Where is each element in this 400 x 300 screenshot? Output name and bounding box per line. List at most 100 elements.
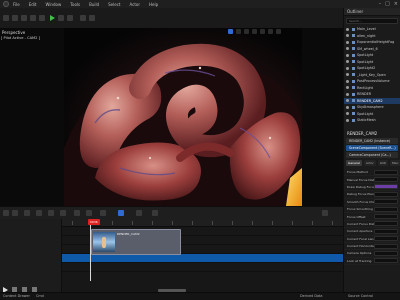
- time-ruler[interactable]: [62, 219, 343, 227]
- property-value-field[interactable]: [374, 184, 398, 190]
- content-icon[interactable]: [21, 15, 27, 21]
- component-item[interactable]: CameraComponent (Ca...): [346, 152, 398, 158]
- visibility-eye-icon[interactable]: [346, 86, 349, 90]
- cmd-input[interactable]: Cmd: [36, 294, 44, 298]
- details-tab[interactable]: Actor: [363, 160, 376, 166]
- app-logo-icon[interactable]: [3, 1, 9, 7]
- property-value-field[interactable]: [374, 199, 398, 205]
- camera-cut-clip[interactable]: RENDER_CAM2: [91, 229, 181, 255]
- outliner-search-input[interactable]: Search...: [346, 18, 398, 24]
- minimize-icon[interactable]: –: [379, 1, 382, 7]
- playback-range-icon[interactable]: [152, 210, 158, 216]
- move-tool-icon[interactable]: [228, 29, 233, 34]
- visibility-eye-icon[interactable]: [346, 53, 349, 57]
- visibility-eye-icon[interactable]: [346, 79, 349, 83]
- details-tab[interactable]: Misc: [389, 160, 400, 166]
- cinematics-icon[interactable]: [39, 15, 45, 21]
- outliner-item-label: SpotLight: [357, 59, 374, 64]
- visibility-eye-icon[interactable]: [346, 73, 349, 77]
- property-value-field[interactable]: [374, 177, 398, 183]
- outliner-panel: Outliner Search... Main_Level allen_night…: [343, 8, 400, 130]
- property-label: Current Horizontal FOV: [347, 244, 374, 249]
- property-row: Focus Offset: [344, 213, 400, 221]
- pause-icon[interactable]: [58, 15, 64, 21]
- visibility-eye-icon[interactable]: [346, 112, 349, 116]
- auto-key-icon[interactable]: [86, 210, 92, 216]
- viewport-tools: [228, 29, 281, 34]
- world-space-icon[interactable]: [252, 29, 257, 34]
- component-item[interactable]: RENDER_CAM2 (Instance): [346, 138, 398, 144]
- component-item[interactable]: SceneComponent (SceneR...): [346, 145, 398, 151]
- select-mode-icon[interactable]: [12, 15, 18, 21]
- key-icon[interactable]: [60, 210, 66, 216]
- visibility-eye-icon[interactable]: [346, 40, 349, 44]
- menu-help[interactable]: Help: [149, 2, 158, 7]
- playhead[interactable]: [90, 219, 91, 281]
- sequencer-timeline: RENDER_CAM2 0036: [0, 219, 343, 300]
- active-mode-icon[interactable]: [118, 210, 124, 216]
- property-value-field[interactable]: [374, 236, 398, 242]
- curve-editor-icon[interactable]: [100, 210, 106, 216]
- visibility-eye-icon[interactable]: [346, 118, 349, 122]
- snap-grid-icon[interactable]: [260, 29, 265, 34]
- play-icon[interactable]: [50, 15, 55, 21]
- playhead-frame[interactable]: 0036: [88, 219, 100, 225]
- details-tab[interactable]: General: [346, 160, 362, 166]
- menu-file[interactable]: File: [13, 2, 20, 7]
- visibility-eye-icon[interactable]: [346, 66, 349, 70]
- visibility-eye-icon[interactable]: [346, 99, 349, 103]
- property-value-field[interactable]: [374, 206, 398, 212]
- property-row: Current Horizontal FOV: [344, 243, 400, 251]
- content-drawer-button[interactable]: Content Drawer: [3, 294, 30, 298]
- close-icon[interactable]: ×: [394, 1, 398, 7]
- visibility-eye-icon[interactable]: [346, 60, 349, 64]
- snap-icon[interactable]: [74, 210, 80, 216]
- add-track-icon[interactable]: [12, 210, 18, 216]
- fps-icon[interactable]: [136, 210, 142, 216]
- visibility-eye-icon[interactable]: [346, 27, 349, 31]
- property-value-field[interactable]: [374, 228, 398, 234]
- stop-icon[interactable]: [67, 15, 73, 21]
- save-icon[interactable]: [3, 15, 9, 21]
- property-value-field[interactable]: [374, 191, 398, 197]
- visibility-eye-icon[interactable]: [346, 92, 349, 96]
- menu-actor[interactable]: Actor: [129, 2, 140, 7]
- property-value-field[interactable]: [374, 214, 398, 220]
- property-label: Smooth Focus Changes: [347, 199, 374, 204]
- level-viewport[interactable]: Perspective [ Pilot Active - CAM2 ]: [0, 28, 343, 206]
- platforms-icon[interactable]: [80, 15, 86, 21]
- actor-type-icon: [352, 47, 355, 51]
- visibility-eye-icon[interactable]: [346, 105, 349, 109]
- save-sequence-icon[interactable]: [3, 210, 9, 216]
- property-value-field[interactable]: [374, 258, 398, 264]
- property-value-field[interactable]: [374, 169, 398, 175]
- blueprint-icon[interactable]: [30, 15, 36, 21]
- property-value-field[interactable]: [374, 243, 398, 249]
- menu-build[interactable]: Build: [89, 2, 99, 7]
- source-control-button[interactable]: Source Control: [348, 294, 373, 298]
- menu-tools[interactable]: Tools: [70, 2, 80, 7]
- property-value-field[interactable]: [374, 250, 398, 256]
- menu-edit[interactable]: Edit: [29, 2, 37, 7]
- actor-type-icon: [352, 53, 355, 57]
- menu-select[interactable]: Select: [108, 2, 120, 7]
- details-tab[interactable]: LOD: [377, 160, 388, 166]
- derived-data-button[interactable]: Derived Data: [300, 294, 322, 298]
- render-movie-icon[interactable]: [36, 210, 42, 216]
- scale-tool-icon[interactable]: [244, 29, 249, 34]
- visibility-eye-icon[interactable]: [346, 34, 349, 38]
- viewport-mode-label[interactable]: Perspective: [2, 30, 25, 35]
- filter-icon[interactable]: [24, 210, 30, 216]
- outliner-item[interactable]: StaticMesh: [344, 117, 400, 124]
- actor-type-icon: [352, 92, 355, 96]
- property-value-field[interactable]: [374, 221, 398, 227]
- maximize-icon[interactable]: □: [385, 1, 390, 7]
- snap-angle-icon[interactable]: [268, 29, 273, 34]
- camera-speed-icon[interactable]: [276, 29, 281, 34]
- visibility-eye-icon[interactable]: [346, 47, 349, 51]
- camera-lock-icon[interactable]: [48, 210, 54, 216]
- menu-window[interactable]: Window: [45, 2, 61, 7]
- settings-icon[interactable]: [89, 15, 95, 21]
- more-options-icon[interactable]: [322, 210, 328, 216]
- rotate-tool-icon[interactable]: [236, 29, 241, 34]
